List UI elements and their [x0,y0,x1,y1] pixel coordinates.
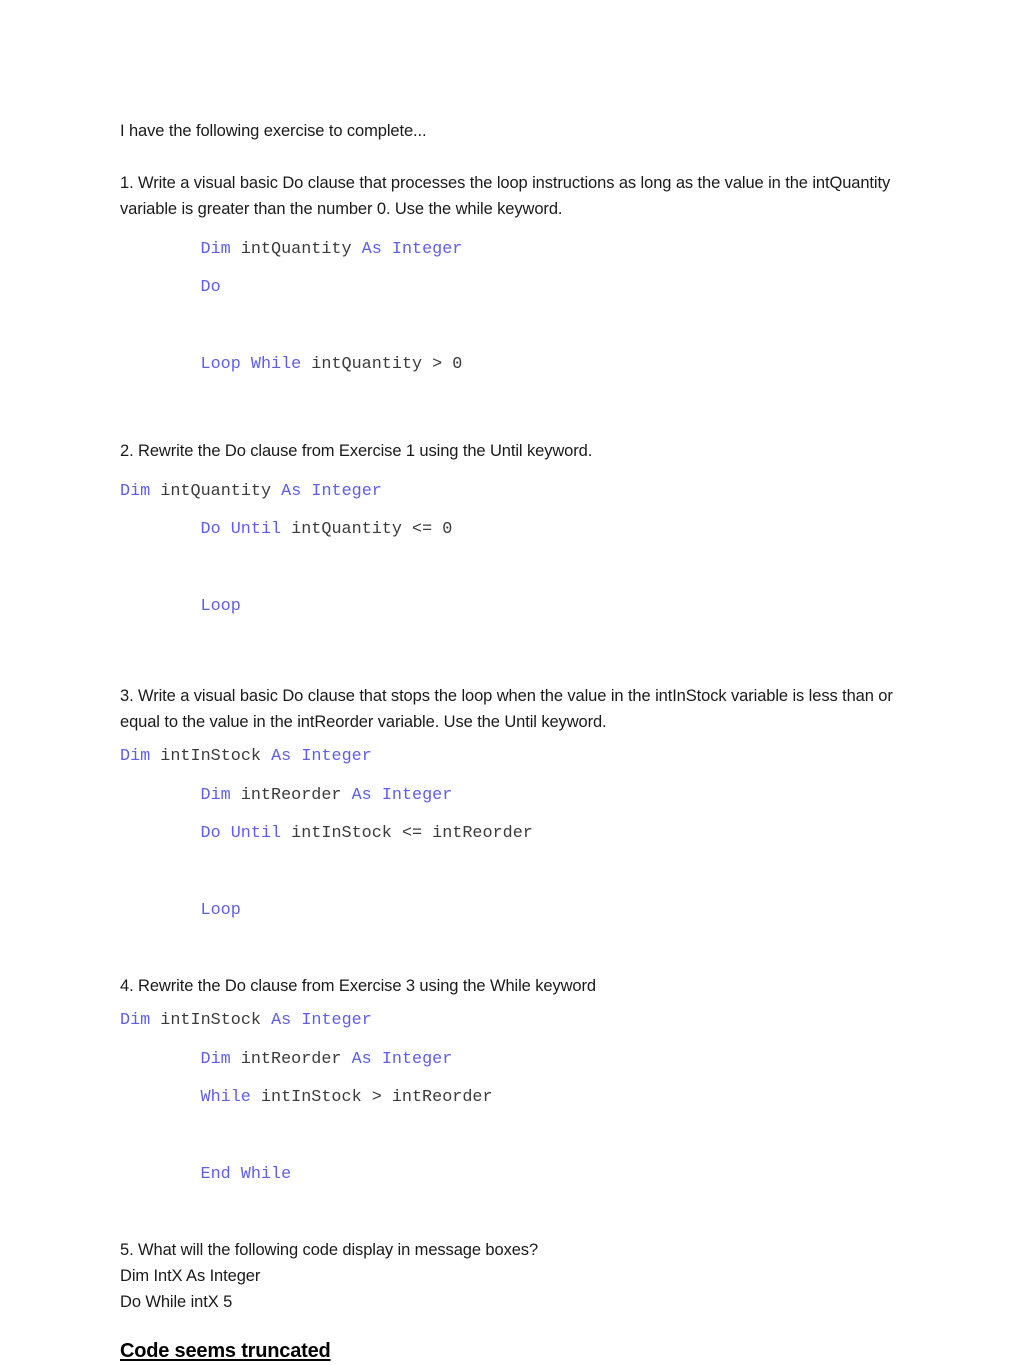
code-keyword: Integer [391,240,463,259]
code-line: Loop [120,901,898,920]
code-text: intReorder [230,785,352,805]
exercise-5-code-line-1: Dim IntX As Integer [120,1267,261,1286]
code-line: Dim intQuantity As Integer [120,482,898,501]
exercise-2-prompt: 2. Rewrite the Do clause from Exercise 1… [120,441,593,460]
intro-paragraph: I have the following exercise to complet… [120,122,427,140]
code-keyword: As [351,785,372,805]
exercise-3-code: Dim intInStock As Integer Dim intReorder… [120,747,898,939]
code-text: intQuantity [150,481,282,501]
code-text: intQuantity > 0 [301,355,463,375]
code-keyword: Dim [200,785,231,805]
code-keyword: While [250,355,302,375]
code-text: intQuantity <= 0 [281,520,453,540]
code-keyword: As [271,747,292,767]
code-keyword: Loop [200,900,241,920]
code-keyword: As [271,1011,292,1031]
code-line: Do Until intQuantity <= 0 [120,520,898,539]
code-keyword: Dim [200,1049,231,1069]
code-keyword: As [361,240,382,259]
code-keyword: Dim [200,240,231,259]
code-keyword: Dim [120,747,151,767]
code-keyword: End [200,1164,231,1184]
code-text: intInStock <= intReorder [281,824,533,844]
code-line: Dim intReorder As Integer [120,786,898,805]
code-line: Loop While intQuantity > 0 [120,355,898,374]
exercise-5-prompt: 5. What will the following code display … [120,1241,539,1260]
exercise-5-code-line-2: Do While intX 5 [120,1293,233,1312]
exercise-4-prompt: 4. Rewrite the Do clause from Exercise 3… [120,977,596,996]
code-line: While intInStock > intReorder [120,1088,898,1107]
code-line: End While [120,1165,898,1184]
truncation-note-wrapper: Code seems truncated [120,1337,898,1365]
code-keyword: Do [200,278,221,298]
exercise-4-code: Dim intInStock As Integer Dim intReorder… [120,1011,898,1203]
code-line: Dim intInStock As Integer [120,747,898,766]
code-keyword: While [200,1088,251,1108]
exercise-1-prompt: 1. Write a visual basic Do clause that p… [120,174,895,218]
code-line: Do Until intInStock <= intReorder [120,824,898,843]
exercise-3-prompt: 3. Write a visual basic Do clause that s… [120,687,898,732]
code-text: intQuantity [230,240,362,259]
code-keyword: As [281,481,302,501]
code-line: Loop [120,597,898,616]
code-keyword: Integer [301,1011,372,1031]
code-keyword: Integer [381,785,453,805]
code-text: intReorder [230,1049,352,1069]
exercise-2-code: Dim intQuantity As Integer Do Until intQ… [120,482,898,636]
document-body: I have the following exercise to complet… [120,118,898,1365]
code-text: intInStock > intReorder [250,1088,493,1108]
code-line: Dim intInStock As Integer [120,1011,898,1030]
code-text: intInStock [150,1011,272,1031]
exercise-1-code: Dim intQuantity As Integer Do Loop While… [120,240,898,394]
code-keyword: Loop [200,596,241,616]
code-keyword: Do [200,520,221,540]
code-keyword: Integer [381,1049,453,1069]
truncation-note: Code seems truncated [120,1340,331,1363]
code-line: Dim intReorder As Integer [120,1050,898,1069]
code-keyword: Integer [311,481,382,501]
code-line: Do [120,278,898,297]
code-keyword: Until [230,520,282,540]
code-keyword: Dim [120,481,151,501]
code-keyword: As [351,1049,372,1069]
code-keyword: Loop [200,355,241,375]
code-text: intInStock [150,747,272,767]
document-page: I have the following exercise to complet… [0,0,1020,1362]
code-keyword: While [240,1164,292,1184]
code-keyword: Do [200,824,221,844]
code-line: Dim intQuantity As Integer [120,240,898,259]
code-keyword: Until [230,824,282,844]
code-keyword: Dim [120,1011,151,1031]
code-keyword: Integer [301,747,372,767]
